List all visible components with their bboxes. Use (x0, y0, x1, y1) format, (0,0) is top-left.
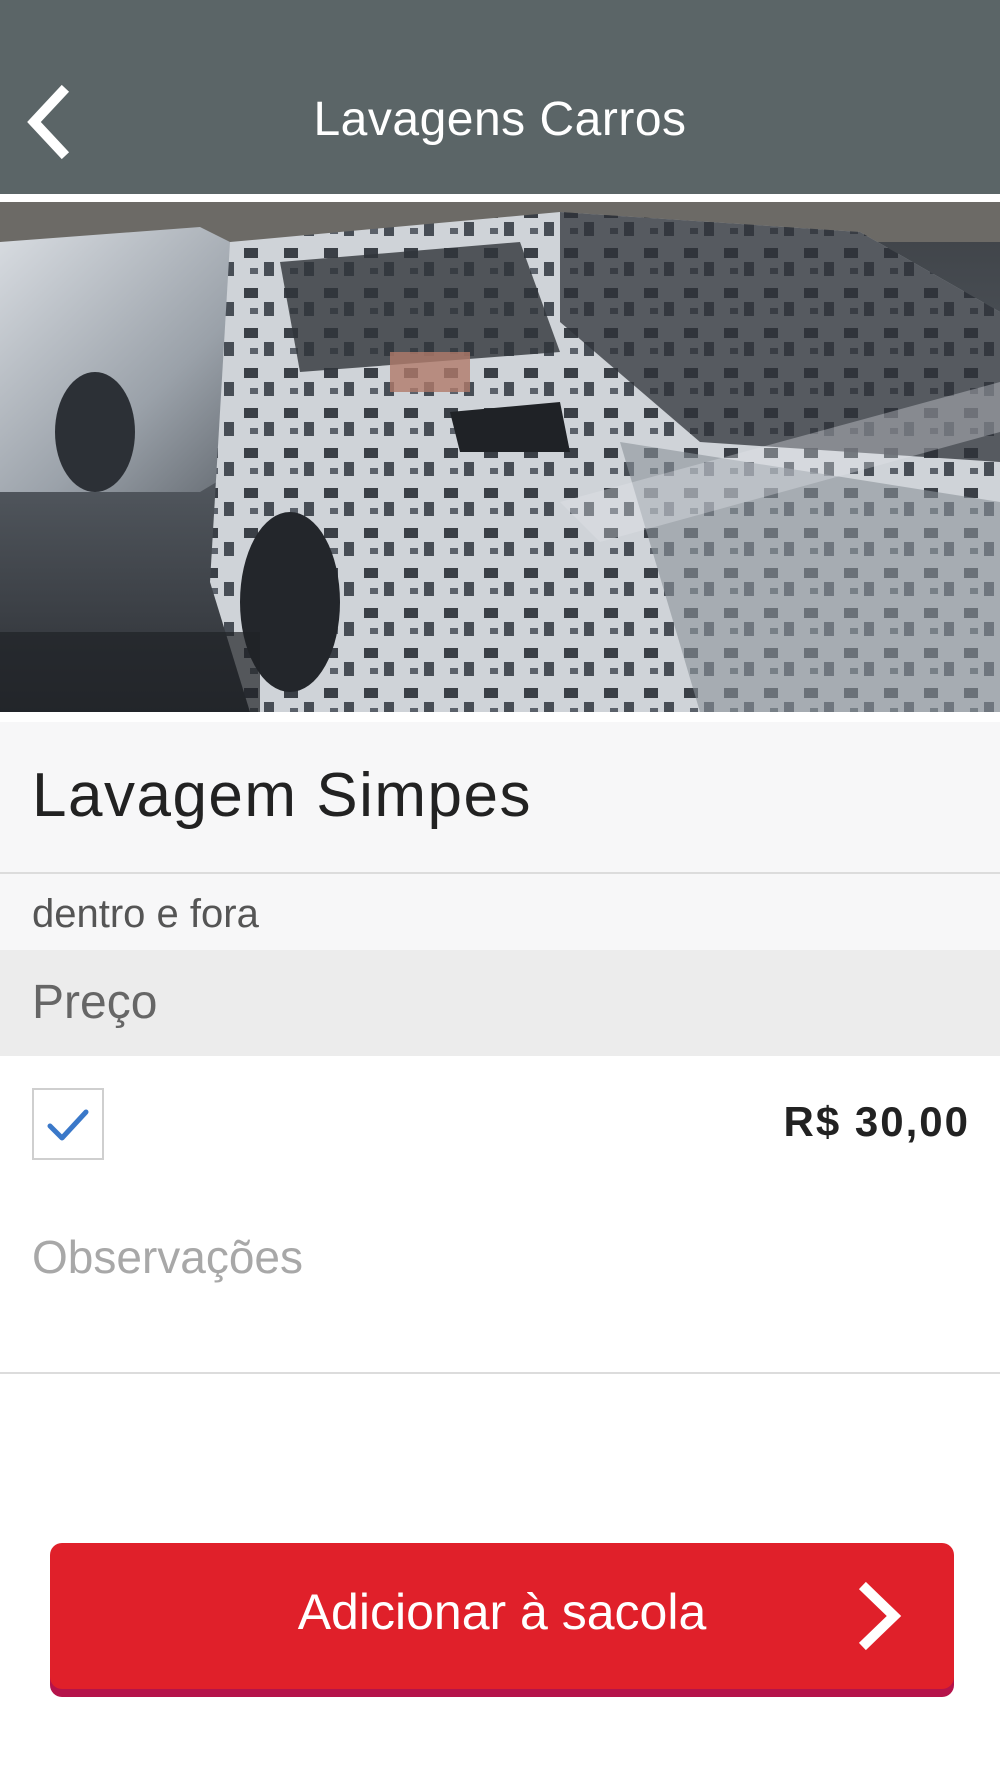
add-to-bag-label: Adicionar à sacola (297, 1584, 707, 1640)
chevron-right-icon (854, 1581, 904, 1651)
product-description-section: dentro e fora (0, 874, 1000, 950)
page-title: Lavagens Carros (313, 93, 687, 146)
product-detail-screen: Lavagens Carros Lavagem Simpes dentro e … (0, 0, 1000, 1778)
product-title: Lavagem Simpes (32, 761, 533, 830)
checkmark-icon (47, 1109, 89, 1141)
foam-covered-cars-photo (0, 202, 1000, 712)
price-section-label: Preço (32, 976, 158, 1029)
price-option-row[interactable]: R$ 30,00 (0, 1056, 1000, 1186)
product-description: dentro e fora (32, 892, 259, 936)
notes-field[interactable] (0, 1200, 1000, 1374)
product-image (0, 202, 1000, 712)
price-section-header: Preço (0, 950, 1000, 1056)
price-option-value: R$ 30,00 (783, 1098, 970, 1145)
product-title-section: Lavagem Simpes (0, 722, 1000, 874)
price-option-checkbox[interactable] (32, 1088, 104, 1160)
top-bar: Lavagens Carros (0, 0, 1000, 194)
add-to-bag-button[interactable]: Adicionar à sacola (50, 1543, 954, 1689)
